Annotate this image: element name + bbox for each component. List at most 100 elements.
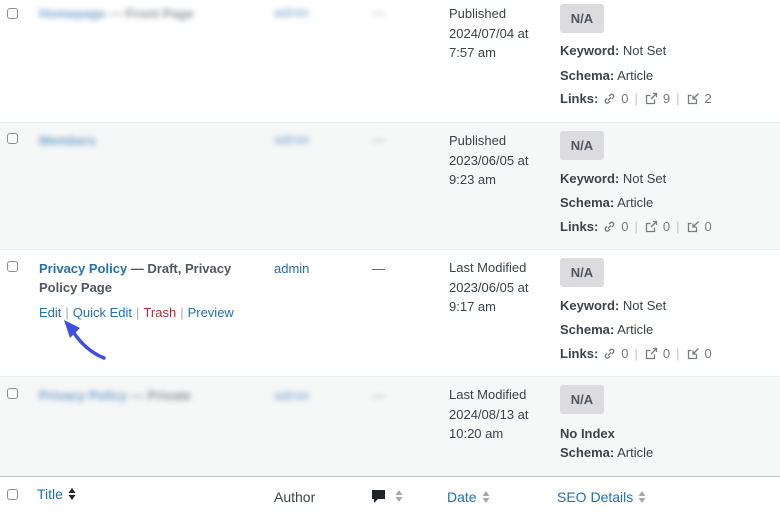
date-day: 2023/06/05 at xyxy=(449,279,529,295)
annotation-arrow-icon xyxy=(64,320,106,360)
row-state: — Front Page xyxy=(109,6,194,21)
seo-score-badge: N/A xyxy=(560,258,604,287)
row-comments: — xyxy=(372,388,385,403)
date-day: 2023/06/05 at xyxy=(449,152,529,168)
links-external-count: 0 xyxy=(662,346,671,361)
links-separator: | xyxy=(676,91,680,106)
seo-links: Links: 0 | 9 | 2 xyxy=(560,91,718,106)
row-checkbox[interactable] xyxy=(7,388,18,399)
column-date-label[interactable]: Date xyxy=(447,489,477,505)
row-author[interactable]: admin xyxy=(274,5,309,20)
column-seo-details-label[interactable]: SEO Details xyxy=(557,489,633,505)
schema-label: Schema: xyxy=(560,322,615,337)
edit-link[interactable]: Edit xyxy=(39,305,61,320)
row-title[interactable]: Members xyxy=(39,131,254,150)
sort-icon[interactable] xyxy=(395,489,403,503)
schema-value: Article xyxy=(617,195,654,210)
keyword-label: Keyword: xyxy=(560,43,620,58)
keyword-value: Not Set xyxy=(622,43,667,58)
seo-keyword: Keyword: Not Set xyxy=(560,43,666,58)
column-date[interactable]: Date xyxy=(447,489,490,505)
external-link-icon xyxy=(645,347,658,360)
links-label: Links: xyxy=(560,346,599,361)
date-day: 2024/08/13 at xyxy=(449,406,529,422)
seo-score-badge: N/A xyxy=(560,131,604,160)
date-time: 9:17 am xyxy=(449,299,496,314)
incoming-link-icon xyxy=(687,93,699,105)
table-row: Privacy Policy — Draft, Privacy Policy P… xyxy=(0,250,780,377)
date-time: 7:57 am xyxy=(449,45,496,60)
seo-schema: Schema: Article xyxy=(560,195,653,210)
comment-bubble-icon[interactable] xyxy=(371,488,387,504)
row-title-text[interactable]: Members xyxy=(39,133,96,148)
date-time: 9:23 am xyxy=(449,172,496,187)
select-all-checkbox[interactable] xyxy=(7,489,18,500)
row-checkbox[interactable] xyxy=(7,8,18,19)
row-comments: — xyxy=(372,261,385,276)
row-checkbox[interactable] xyxy=(7,133,18,144)
row-author[interactable]: admin xyxy=(274,261,309,276)
links-internal-count: 0 xyxy=(621,219,629,234)
date-status: Published xyxy=(449,133,507,148)
schema-label: Schema: xyxy=(560,195,615,210)
sort-icon[interactable] xyxy=(638,490,646,504)
incoming-link-icon xyxy=(687,221,699,233)
links-label: Links: xyxy=(560,91,599,106)
row-date: Published 2023/06/05 at 9:23 am xyxy=(449,131,549,190)
internal-link-icon xyxy=(604,221,615,232)
links-external-count: 9 xyxy=(662,91,671,106)
column-seo-details[interactable]: SEO Details xyxy=(557,489,646,505)
row-title[interactable]: Privacy Policy — Draft, Privacy Policy P… xyxy=(39,259,254,297)
schema-value: Article xyxy=(617,68,654,83)
date-status: Last Modified xyxy=(449,387,527,402)
column-title-label[interactable]: Title xyxy=(37,486,63,502)
row-comments: — xyxy=(372,5,385,20)
trash-link[interactable]: Trash xyxy=(143,305,176,320)
row-title[interactable]: Homepage — Front Page xyxy=(39,4,254,23)
column-title[interactable]: Title xyxy=(37,486,76,502)
seo-keyword: Keyword: Not Set xyxy=(560,298,666,313)
keyword-value: Not Set xyxy=(622,171,667,186)
schema-value: Article xyxy=(617,445,654,460)
row-comments: — xyxy=(372,132,385,147)
action-separator: | xyxy=(180,305,184,320)
links-separator: | xyxy=(634,91,638,106)
row-date: Last Modified 2024/08/13 at 10:20 am xyxy=(449,385,549,444)
links-internal-count: 0 xyxy=(621,346,629,361)
sort-icon[interactable] xyxy=(68,487,76,501)
table-footer: Title Author Date SEO Details xyxy=(0,476,780,512)
column-author: Author xyxy=(274,489,315,505)
keyword-value: Not Set xyxy=(622,298,667,313)
links-separator: | xyxy=(676,219,680,234)
row-title[interactable]: Privacy Policy — Private xyxy=(39,386,254,405)
links-separator: | xyxy=(634,346,638,361)
date-status: Published xyxy=(449,6,507,21)
preview-link[interactable]: Preview xyxy=(188,305,234,320)
row-author[interactable]: admin xyxy=(274,388,309,403)
sort-icon[interactable] xyxy=(482,490,490,504)
row-checkbox[interactable] xyxy=(7,261,18,272)
links-incoming-count: 0 xyxy=(704,219,712,234)
schema-label: Schema: xyxy=(560,445,615,460)
links-incoming-count: 2 xyxy=(704,91,712,106)
keyword-label: Keyword: xyxy=(560,298,620,313)
seo-keyword: Keyword: Not Set xyxy=(560,171,666,186)
seo-schema: Schema: Article xyxy=(560,445,653,460)
external-link-icon xyxy=(645,92,658,105)
links-incoming-count: 0 xyxy=(704,346,712,361)
links-external-count: 0 xyxy=(662,219,671,234)
date-status: Last Modified xyxy=(449,260,527,275)
row-title-text[interactable]: Homepage xyxy=(39,6,105,21)
row-title-text[interactable]: Privacy Policy xyxy=(39,388,127,403)
incoming-link-icon xyxy=(687,348,699,360)
column-comments[interactable] xyxy=(371,488,403,504)
row-date: Last Modified 2023/06/05 at 9:17 am xyxy=(449,258,549,317)
seo-score-badge: N/A xyxy=(560,4,604,33)
table-row: Privacy Policy — Private admin — Last Mo… xyxy=(0,377,780,476)
row-author[interactable]: admin xyxy=(274,132,309,147)
seo-links: Links: 0 | 0 | 0 xyxy=(560,219,718,234)
links-internal-count: 0 xyxy=(621,91,629,106)
column-author-label: Author xyxy=(274,489,316,505)
row-title-text[interactable]: Privacy Policy xyxy=(39,261,127,276)
table-row: Members admin — Published 2023/06/05 at … xyxy=(0,123,780,250)
